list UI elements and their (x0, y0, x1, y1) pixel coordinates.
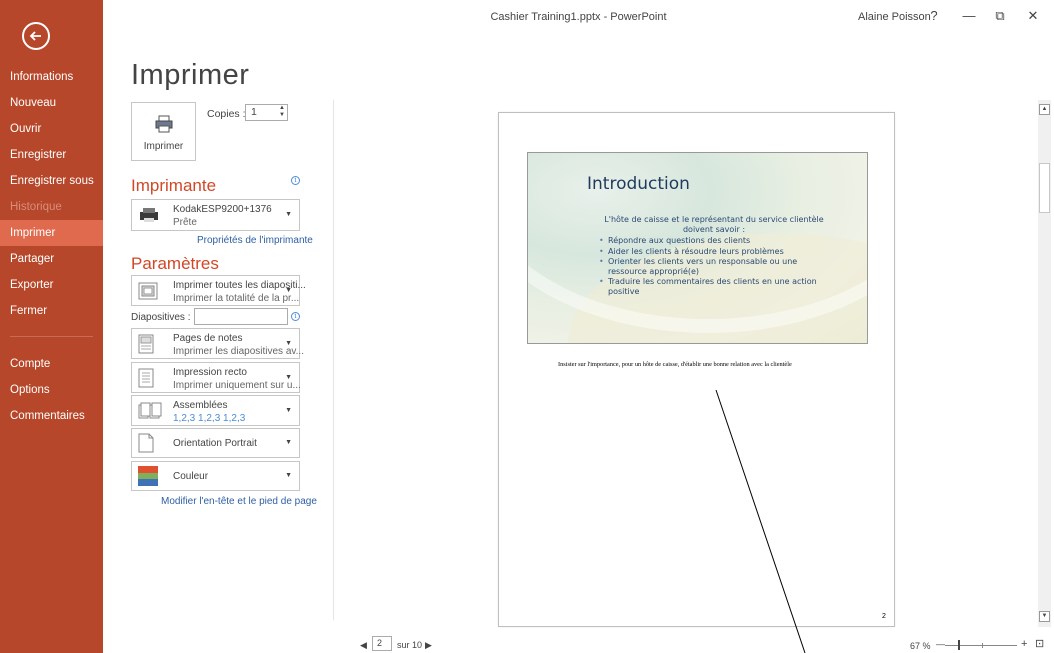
sidebar-item-historique: Historique (10, 201, 62, 213)
slide-title: Introduction (587, 174, 690, 194)
layout-dropdown[interactable]: Pages de notes Imprimer les diapositives… (131, 328, 304, 359)
slide-bullet: Traduire les commentaires des clients en… (598, 277, 828, 296)
backstage-sidebar: Informations Nouveau Ouvrir Enregistrer Enre… (0, 0, 103, 653)
slide-thumbnail: Introduction L'hôte de caisse et le repr… (527, 152, 868, 344)
color-icon (138, 466, 158, 486)
panel-divider (333, 100, 334, 620)
chevron-down-icon: ▼ (285, 287, 292, 294)
zoom-slider-thumb[interactable] (958, 640, 960, 650)
setting-line1: Assemblées (173, 400, 228, 411)
setting-line2: Imprimer les diapositives av... (173, 346, 304, 357)
info-icon[interactable]: i (291, 312, 300, 321)
chevron-down-icon: ▼ (285, 374, 292, 381)
chevron-down-icon: ▼ (285, 472, 292, 479)
slide-bullet: Aider les clients à résoudre leurs probl… (598, 247, 828, 257)
page-title: Imprimer (131, 59, 250, 91)
restore-button[interactable]: ⧉ (990, 8, 1010, 24)
sidebar-item-exporter[interactable]: Exporter (0, 272, 103, 298)
zoom-level[interactable]: 67 % (910, 641, 931, 651)
minimize-button[interactable]: — (959, 8, 979, 23)
sidebar-item-compte[interactable]: Compte (0, 351, 103, 377)
setting-line1: Couleur (173, 471, 209, 482)
backstage-nav: Informations Nouveau Ouvrir Enregistrer Enre… (0, 64, 103, 429)
setting-line2: Imprimer uniquement sur u... (173, 380, 301, 391)
page-number: 2 (882, 613, 886, 620)
close-button[interactable]: ✕ (1023, 8, 1043, 24)
portrait-icon (138, 433, 154, 453)
sidebar-item-partager[interactable]: Partager (0, 246, 103, 272)
slide-bullet: Répondre aux questions des clients (598, 236, 828, 246)
zoom-in-icon[interactable]: + (1021, 638, 1027, 650)
printer-properties-link[interactable]: Propriétés de l'imprimante (197, 235, 313, 246)
print-range-dropdown[interactable]: Imprimer toutes les diapositi... Imprime… (131, 275, 306, 306)
back-arrow-icon[interactable] (22, 22, 50, 50)
copies-value: 1 (251, 106, 257, 118)
orientation-dropdown[interactable]: Orientation Portrait ▼ (131, 428, 300, 458)
slides-label: Diapositives : (131, 312, 191, 323)
sidebar-item-informations[interactable]: Informations (0, 64, 103, 90)
printer-name: KodakESP9200+1376 (173, 204, 272, 215)
scroll-down-icon[interactable]: ▼ (1039, 611, 1050, 622)
settings-section-title: Paramètres (131, 254, 219, 273)
sidebar-item-ouvrir[interactable]: Ouvrir (0, 116, 103, 142)
color-dropdown[interactable]: Couleur ▼ (131, 461, 300, 491)
chevron-down-icon: ▼ (285, 407, 292, 414)
sides-dropdown[interactable]: Impression recto Imprimer uniquement sur… (131, 362, 301, 393)
print-button-label: Imprimer (143, 141, 184, 152)
printer-device-icon (140, 208, 158, 222)
sidebar-divider (10, 336, 93, 337)
sidebar-item-fermer[interactable]: Fermer (0, 298, 103, 324)
sidebar-item-enregistrer-sous[interactable]: Enregistrer sous (0, 168, 103, 194)
fit-page-icon[interactable]: ⊡ (1035, 637, 1044, 650)
chevron-down-icon: ▼ (285, 340, 292, 347)
page-total: sur 10 (397, 640, 423, 650)
title-bar: Cashier Training1.pptx - PowerPoint Alai… (103, 0, 1054, 32)
setting-line2: 1,2,3 1,2,3 1,2,3 (173, 413, 246, 424)
notes-page-icon (138, 334, 154, 354)
slide-body: L'hôte de caisse et le représentant du s… (598, 215, 828, 297)
chevron-down-icon: ▼ (285, 439, 292, 446)
sidebar-item-imprimer[interactable]: Imprimer (0, 220, 103, 246)
sidebar-item-options[interactable]: Options (0, 377, 103, 403)
help-button[interactable]: ? (924, 8, 944, 23)
zoom-out-icon[interactable]: — (936, 639, 945, 649)
header-footer-link[interactable]: Modifier l'en-tête et le pied de page (161, 496, 317, 507)
sidebar-item-enregistrer[interactable]: Enregistrer (0, 142, 103, 168)
prev-page-icon[interactable]: ◀ (360, 640, 367, 651)
printer-status: Prête (173, 217, 197, 228)
copies-stepper[interactable]: 1 ▲ ▼ (245, 104, 288, 121)
setting-line1: Pages de notes (173, 333, 243, 344)
copies-label: Copies : (207, 108, 246, 120)
printer-icon (155, 115, 173, 133)
sidebar-item-commentaires[interactable]: Commentaires (0, 403, 103, 429)
zoom-slider[interactable] (945, 645, 1017, 646)
sidebar-item-nouveau[interactable]: Nouveau (0, 90, 103, 116)
vertical-scrollbar[interactable]: ▲ ▼ (1038, 100, 1051, 627)
scroll-thumb[interactable] (1039, 163, 1050, 213)
slide-intro: L'hôte de caisse et le représentant du s… (604, 215, 824, 234)
collation-dropdown[interactable]: Assemblées 1,2,3 1,2,3 1,2,3 ▼ (131, 395, 300, 426)
printer-dropdown[interactable]: KodakESP9200+1376 Prête ▼ (131, 199, 300, 231)
user-name[interactable]: Alaine Poisson (858, 11, 931, 23)
info-icon[interactable]: i (291, 176, 300, 185)
slides-icon (138, 282, 158, 300)
slide-bullet: Orienter les clients vers un responsable… (598, 257, 828, 276)
printer-section-title: Imprimante (131, 176, 217, 195)
scroll-up-icon[interactable]: ▲ (1039, 104, 1050, 115)
preview-page: Introduction L'hôte de caisse et le repr… (498, 112, 895, 627)
one-sided-icon (138, 368, 154, 388)
page-number-input[interactable]: 2 (372, 636, 392, 651)
next-page-icon[interactable]: ▶ (425, 640, 432, 651)
print-button[interactable]: Imprimer (131, 102, 196, 161)
setting-line1: Orientation Portrait (173, 438, 257, 449)
setting-line1: Impression recto (173, 367, 247, 378)
slides-input[interactable] (194, 308, 288, 325)
speaker-notes: Insister sur l'importance, pour un hôte … (558, 361, 792, 368)
setting-line2: Imprimer la totalité de la pr... (173, 293, 300, 304)
collated-icon (138, 402, 162, 419)
chevron-down-icon: ▼ (285, 211, 292, 218)
zoom-slider-center-tick (982, 643, 983, 648)
spinner-arrows-icon[interactable]: ▲ ▼ (279, 105, 285, 119)
